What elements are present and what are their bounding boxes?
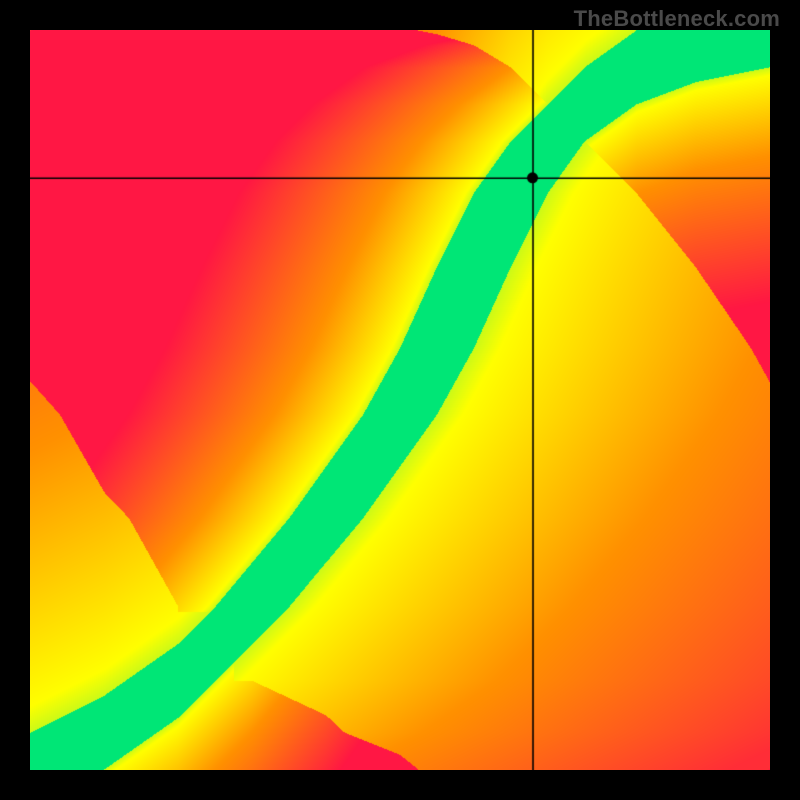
watermark-text: TheBottleneck.com (574, 6, 780, 32)
bottleneck-heatmap (30, 30, 770, 770)
chart-container: TheBottleneck.com (0, 0, 800, 800)
